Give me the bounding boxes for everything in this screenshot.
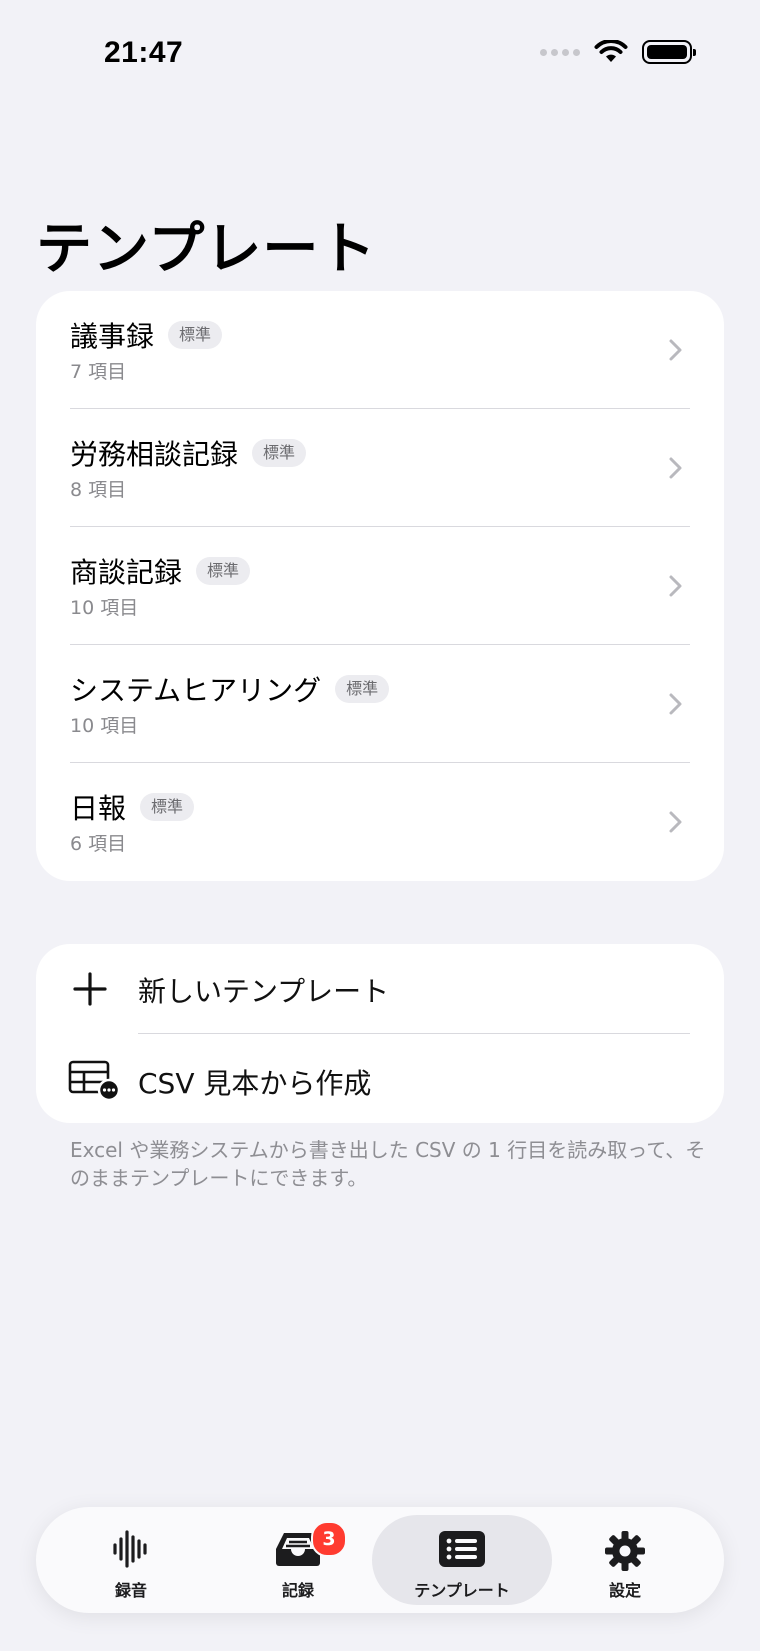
records-count-badge: 3 — [311, 1521, 347, 1557]
chevron-right-icon — [669, 457, 682, 479]
tab-records[interactable]: 3 記録 — [223, 1515, 373, 1605]
item-count: 7 項目 — [70, 361, 127, 383]
status-icons — [540, 40, 696, 64]
wifi-icon — [594, 40, 628, 62]
standard-badge: 標準 — [252, 439, 307, 467]
chevron-right-icon — [669, 693, 682, 715]
item-count: 10 項目 — [70, 597, 139, 619]
csv-create-button[interactable]: CSV 見本から作成 — [36, 1034, 724, 1124]
new-template-label: 新しいテンプレート — [138, 975, 390, 1008]
template-row-roumu[interactable]: 労務相談記録 標準 8 項目 — [36, 409, 724, 527]
template-actions: 新しいテンプレート CSV 見本から作成 — [36, 944, 724, 1123]
page-title: テンプレート — [36, 217, 377, 282]
tab-label: テンプレート — [414, 1581, 510, 1600]
list-icon — [439, 1531, 485, 1567]
gear-icon — [605, 1531, 645, 1571]
chevron-right-icon — [669, 811, 682, 833]
tab-label: 録音 — [114, 1581, 147, 1600]
template-row-nippou[interactable]: 日報 標準 6 項目 — [36, 763, 724, 881]
template-name: 労務相談記録 — [70, 438, 239, 471]
cellular-signal-icon — [540, 48, 580, 56]
standard-badge: 標準 — [168, 321, 223, 349]
template-row-system-hearing[interactable]: システムヒアリング 標準 10 項目 — [36, 645, 724, 763]
table-more-icon — [68, 1060, 118, 1102]
csv-create-label: CSV 見本から作成 — [138, 1067, 372, 1100]
tab-recording[interactable]: 録音 — [56, 1515, 206, 1605]
template-list: 議事録 標準 7 項目 労務相談記録 標準 8 項目 商談記録 標準 10 項目… — [36, 291, 724, 881]
template-name: システムヒアリング — [70, 674, 322, 707]
waveform-icon — [113, 1530, 147, 1568]
template-name: 議事録 — [70, 320, 155, 353]
chevron-right-icon — [669, 575, 682, 597]
template-name: 日報 — [70, 792, 127, 825]
csv-footnote: Excel や業務システムから書き出した CSV の 1 行目を読み取って、その… — [70, 1138, 706, 1190]
status-time: 21:47 — [104, 36, 184, 69]
plus-icon — [73, 972, 107, 1006]
tab-templates[interactable]: テンプレート — [372, 1515, 552, 1605]
standard-badge: 標準 — [335, 675, 390, 703]
standard-badge: 標準 — [140, 793, 195, 821]
item-count: 6 項目 — [70, 833, 127, 855]
item-count: 10 項目 — [70, 715, 139, 737]
tab-label: 記録 — [281, 1581, 314, 1600]
template-name: 商談記録 — [70, 556, 183, 589]
battery-icon — [642, 40, 696, 64]
tab-settings[interactable]: 設定 — [550, 1515, 700, 1605]
standard-badge: 標準 — [196, 557, 251, 585]
template-row-shoudan[interactable]: 商談記録 標準 10 項目 — [36, 527, 724, 645]
template-row-gijiroku[interactable]: 議事録 標準 7 項目 — [36, 291, 724, 409]
chevron-right-icon — [669, 339, 682, 361]
item-count: 8 項目 — [70, 479, 127, 501]
tab-bar: 録音 3 記録 テンプレート 設定 — [36, 1507, 724, 1613]
new-template-button[interactable]: 新しいテンプレート — [36, 944, 724, 1034]
tab-label: 設定 — [608, 1581, 641, 1600]
